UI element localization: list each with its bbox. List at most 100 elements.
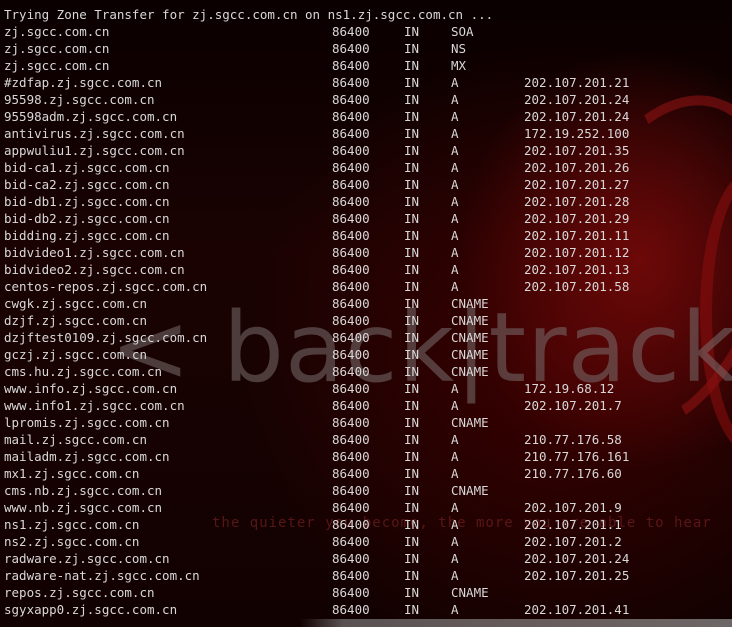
record-data: 202.107.201.26: [524, 160, 630, 175]
record-data: 210.77.176.58: [524, 432, 622, 447]
record-ttl: 86400: [332, 432, 370, 447]
dns-record-row: mailadm.zj.sgcc.com.cn 86400 IN A 210.77.176…: [4, 448, 629, 465]
record-hostname: mx1.zj.sgcc.com.cn: [4, 466, 140, 481]
record-type: MX: [451, 58, 467, 73]
record-type: A: [451, 466, 459, 481]
dns-record-row: ns1.zj.sgcc.com.cn 86400 IN A 202.107.201.1: [4, 516, 622, 533]
record-type: SOA: [451, 24, 474, 39]
record-ttl: 86400: [332, 500, 370, 515]
record-data: 172.19.252.100: [524, 126, 630, 141]
record-type: A: [451, 517, 459, 532]
record-type: A: [451, 109, 459, 124]
record-type: A: [451, 381, 459, 396]
record-ttl: 86400: [332, 228, 370, 243]
record-ttl: 86400: [332, 381, 370, 396]
record-class: IN: [404, 92, 420, 107]
record-hostname: zj.sgcc.com.cn: [4, 24, 110, 39]
dns-record-row: dzjf.zj.sgcc.com.cn 86400 IN CNAME: [4, 312, 489, 329]
record-type: CNAME: [451, 415, 489, 430]
record-class: IN: [404, 585, 420, 600]
record-class: IN: [404, 24, 420, 39]
record-ttl: 86400: [332, 279, 370, 294]
record-class: IN: [404, 364, 420, 379]
record-ttl: 86400: [332, 415, 370, 430]
record-hostname: bid-db1.zj.sgcc.com.cn: [4, 194, 170, 209]
dns-record-row: repos.zj.sgcc.com.cn 86400 IN CNAME: [4, 584, 489, 601]
zone-transfer-header-text: Trying Zone Transfer for zj.sgcc.com.cn …: [4, 7, 494, 22]
record-data: 202.107.201.13: [524, 262, 630, 277]
dns-record-row: radware.zj.sgcc.com.cn 86400 IN A 202.107.20…: [4, 550, 629, 567]
record-hostname: ns2.zj.sgcc.com.cn: [4, 534, 140, 549]
record-hostname: radware.zj.sgcc.com.cn: [4, 551, 170, 566]
dns-record-row: 95598.zj.sgcc.com.cn 86400 IN A 202.107.201.…: [4, 91, 629, 108]
record-class: IN: [404, 41, 420, 56]
record-hostname: www.info1.zj.sgcc.com.cn: [4, 398, 185, 413]
dns-record-row: appwuliu1.zj.sgcc.com.cn 86400 IN A 202.107.…: [4, 142, 629, 159]
record-type: A: [451, 500, 459, 515]
record-type: CNAME: [451, 330, 489, 345]
record-type: A: [451, 551, 459, 566]
record-class: IN: [404, 517, 420, 532]
record-ttl: 86400: [332, 143, 370, 158]
record-hostname: mail.zj.sgcc.com.cn: [4, 432, 147, 447]
record-hostname: radware-nat.zj.sgcc.com.cn: [4, 568, 200, 583]
record-type: A: [451, 568, 459, 583]
record-hostname: sgyxapp0.zj.sgcc.com.cn: [4, 602, 178, 617]
terminal-output: Trying Zone Transfer for zj.sgcc.com.cn …: [4, 6, 629, 618]
record-class: IN: [404, 279, 420, 294]
record-class: IN: [404, 75, 420, 90]
record-data: 202.107.201.27: [524, 177, 630, 192]
record-ttl: 86400: [332, 585, 370, 600]
record-data: 202.107.201.58: [524, 279, 630, 294]
record-hostname: zj.sgcc.com.cn: [4, 41, 110, 56]
dns-record-row: mx1.zj.sgcc.com.cn 86400 IN A 210.77.176.60: [4, 465, 622, 482]
record-class: IN: [404, 381, 420, 396]
record-type: CNAME: [451, 347, 489, 362]
record-ttl: 86400: [332, 160, 370, 175]
dns-record-row: bid-db2.zj.sgcc.com.cn 86400 IN A 202.107.20…: [4, 210, 629, 227]
record-data: 202.107.201.25: [524, 568, 630, 583]
record-hostname: 95598adm.zj.sgcc.com.cn: [4, 109, 178, 124]
record-class: IN: [404, 483, 420, 498]
record-type: A: [451, 245, 459, 260]
dns-record-row: radware-nat.zj.sgcc.com.cn 86400 IN A 202.10…: [4, 567, 629, 584]
record-ttl: 86400: [332, 398, 370, 413]
record-hostname: 95598.zj.sgcc.com.cn: [4, 92, 155, 107]
record-hostname: #zdfap.zj.sgcc.com.cn: [4, 75, 163, 90]
record-data: 202.107.201.12: [524, 245, 630, 260]
window-bottom-edge: [300, 619, 732, 627]
record-hostname: bidvideo2.zj.sgcc.com.cn: [4, 262, 185, 277]
record-type: A: [451, 398, 459, 413]
record-ttl: 86400: [332, 364, 370, 379]
record-class: IN: [404, 551, 420, 566]
record-hostname: appwuliu1.zj.sgcc.com.cn: [4, 143, 185, 158]
record-class: IN: [404, 330, 420, 345]
dns-record-row: centos-repos.zj.sgcc.com.cn 86400 IN A 202.1…: [4, 278, 629, 295]
record-ttl: 86400: [332, 602, 370, 617]
record-hostname: repos.zj.sgcc.com.cn: [4, 585, 155, 600]
dns-record-row: cms.nb.zj.sgcc.com.cn 86400 IN CNAME: [4, 482, 489, 499]
record-class: IN: [404, 466, 420, 481]
dns-record-row: bid-db1.zj.sgcc.com.cn 86400 IN A 202.107.20…: [4, 193, 629, 210]
dns-record-row: bidding.zj.sgcc.com.cn 86400 IN A 202.107.20…: [4, 227, 629, 244]
record-class: IN: [404, 58, 420, 73]
record-class: IN: [404, 296, 420, 311]
record-ttl: 86400: [332, 449, 370, 464]
record-ttl: 86400: [332, 109, 370, 124]
terminal-window[interactable]: < back|track the quieter you become, the…: [0, 0, 732, 627]
record-hostname: bid-ca2.zj.sgcc.com.cn: [4, 177, 170, 192]
dns-record-row: 95598adm.zj.sgcc.com.cn 86400 IN A 202.107.2…: [4, 108, 629, 125]
record-ttl: 86400: [332, 126, 370, 141]
record-ttl: 86400: [332, 211, 370, 226]
dns-record-row: bid-ca2.zj.sgcc.com.cn 86400 IN A 202.107.20…: [4, 176, 629, 193]
dns-record-row: bidvideo1.zj.sgcc.com.cn 86400 IN A 202.107.…: [4, 244, 629, 261]
dns-record-row: antivirus.zj.sgcc.com.cn 86400 IN A 172.19.2…: [4, 125, 629, 142]
dns-record-row: bidvideo2.zj.sgcc.com.cn 86400 IN A 202.107.…: [4, 261, 629, 278]
dns-record-row: zj.sgcc.com.cn 86400 IN NS: [4, 40, 466, 57]
zone-transfer-header: Trying Zone Transfer for zj.sgcc.com.cn …: [4, 6, 493, 23]
record-hostname: dzjftest0109.zj.sgcc.com.cn: [4, 330, 208, 345]
record-type: A: [451, 432, 459, 447]
record-hostname: bid-ca1.zj.sgcc.com.cn: [4, 160, 170, 175]
record-ttl: 86400: [332, 75, 370, 90]
dns-record-row: #zdfap.zj.sgcc.com.cn 86400 IN A 202.107.201…: [4, 74, 629, 91]
